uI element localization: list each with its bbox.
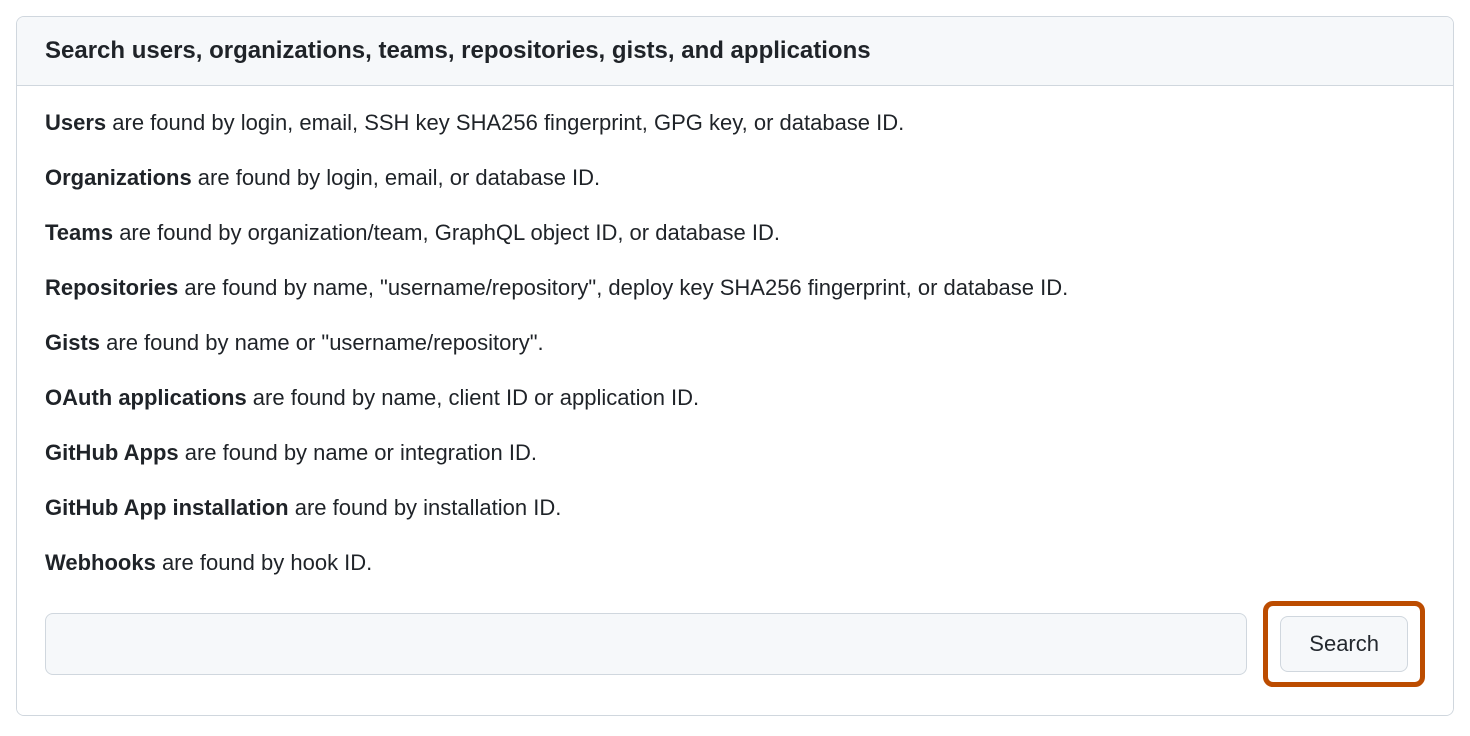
hint-gists-label: Gists (45, 330, 100, 355)
hint-repositories-label: Repositories (45, 275, 178, 300)
hint-github-app-installation: GitHub App installation are found by ins… (45, 491, 1425, 524)
search-button[interactable]: Search (1280, 616, 1408, 672)
panel-header: Search users, organizations, teams, repo… (17, 17, 1453, 86)
hint-github-app-installation-text: are found by installation ID. (289, 495, 562, 520)
hint-github-apps: GitHub Apps are found by name or integra… (45, 436, 1425, 469)
hint-organizations-label: Organizations (45, 165, 192, 190)
panel-title: Search users, organizations, teams, repo… (45, 33, 1425, 69)
hint-oauth-applications: OAuth applications are found by name, cl… (45, 381, 1425, 414)
hint-gists: Gists are found by name or "username/rep… (45, 326, 1425, 359)
hint-organizations: Organizations are found by login, email,… (45, 161, 1425, 194)
search-button-highlight: Search (1263, 601, 1425, 687)
hint-repositories: Repositories are found by name, "usernam… (45, 271, 1425, 304)
search-row: Search (45, 601, 1425, 687)
hint-webhooks-label: Webhooks (45, 550, 156, 575)
hint-users-text: are found by login, email, SSH key SHA25… (106, 110, 904, 135)
hint-organizations-text: are found by login, email, or database I… (192, 165, 600, 190)
hint-webhooks-text: are found by hook ID. (156, 550, 372, 575)
hint-github-apps-label: GitHub Apps (45, 440, 179, 465)
hint-github-app-installation-label: GitHub App installation (45, 495, 289, 520)
hint-users: Users are found by login, email, SSH key… (45, 106, 1425, 139)
hint-oauth-applications-text: are found by name, client ID or applicat… (247, 385, 699, 410)
hint-gists-text: are found by name or "username/repositor… (100, 330, 544, 355)
search-panel: Search users, organizations, teams, repo… (16, 16, 1454, 716)
panel-body: Users are found by login, email, SSH key… (17, 86, 1453, 715)
hint-oauth-applications-label: OAuth applications (45, 385, 247, 410)
hint-github-apps-text: are found by name or integration ID. (179, 440, 537, 465)
hint-teams-label: Teams (45, 220, 113, 245)
hint-repositories-text: are found by name, "username/repository"… (178, 275, 1068, 300)
hint-webhooks: Webhooks are found by hook ID. (45, 546, 1425, 579)
hint-teams-text: are found by organization/team, GraphQL … (113, 220, 780, 245)
hint-users-label: Users (45, 110, 106, 135)
hint-teams: Teams are found by organization/team, Gr… (45, 216, 1425, 249)
search-input[interactable] (45, 613, 1247, 675)
